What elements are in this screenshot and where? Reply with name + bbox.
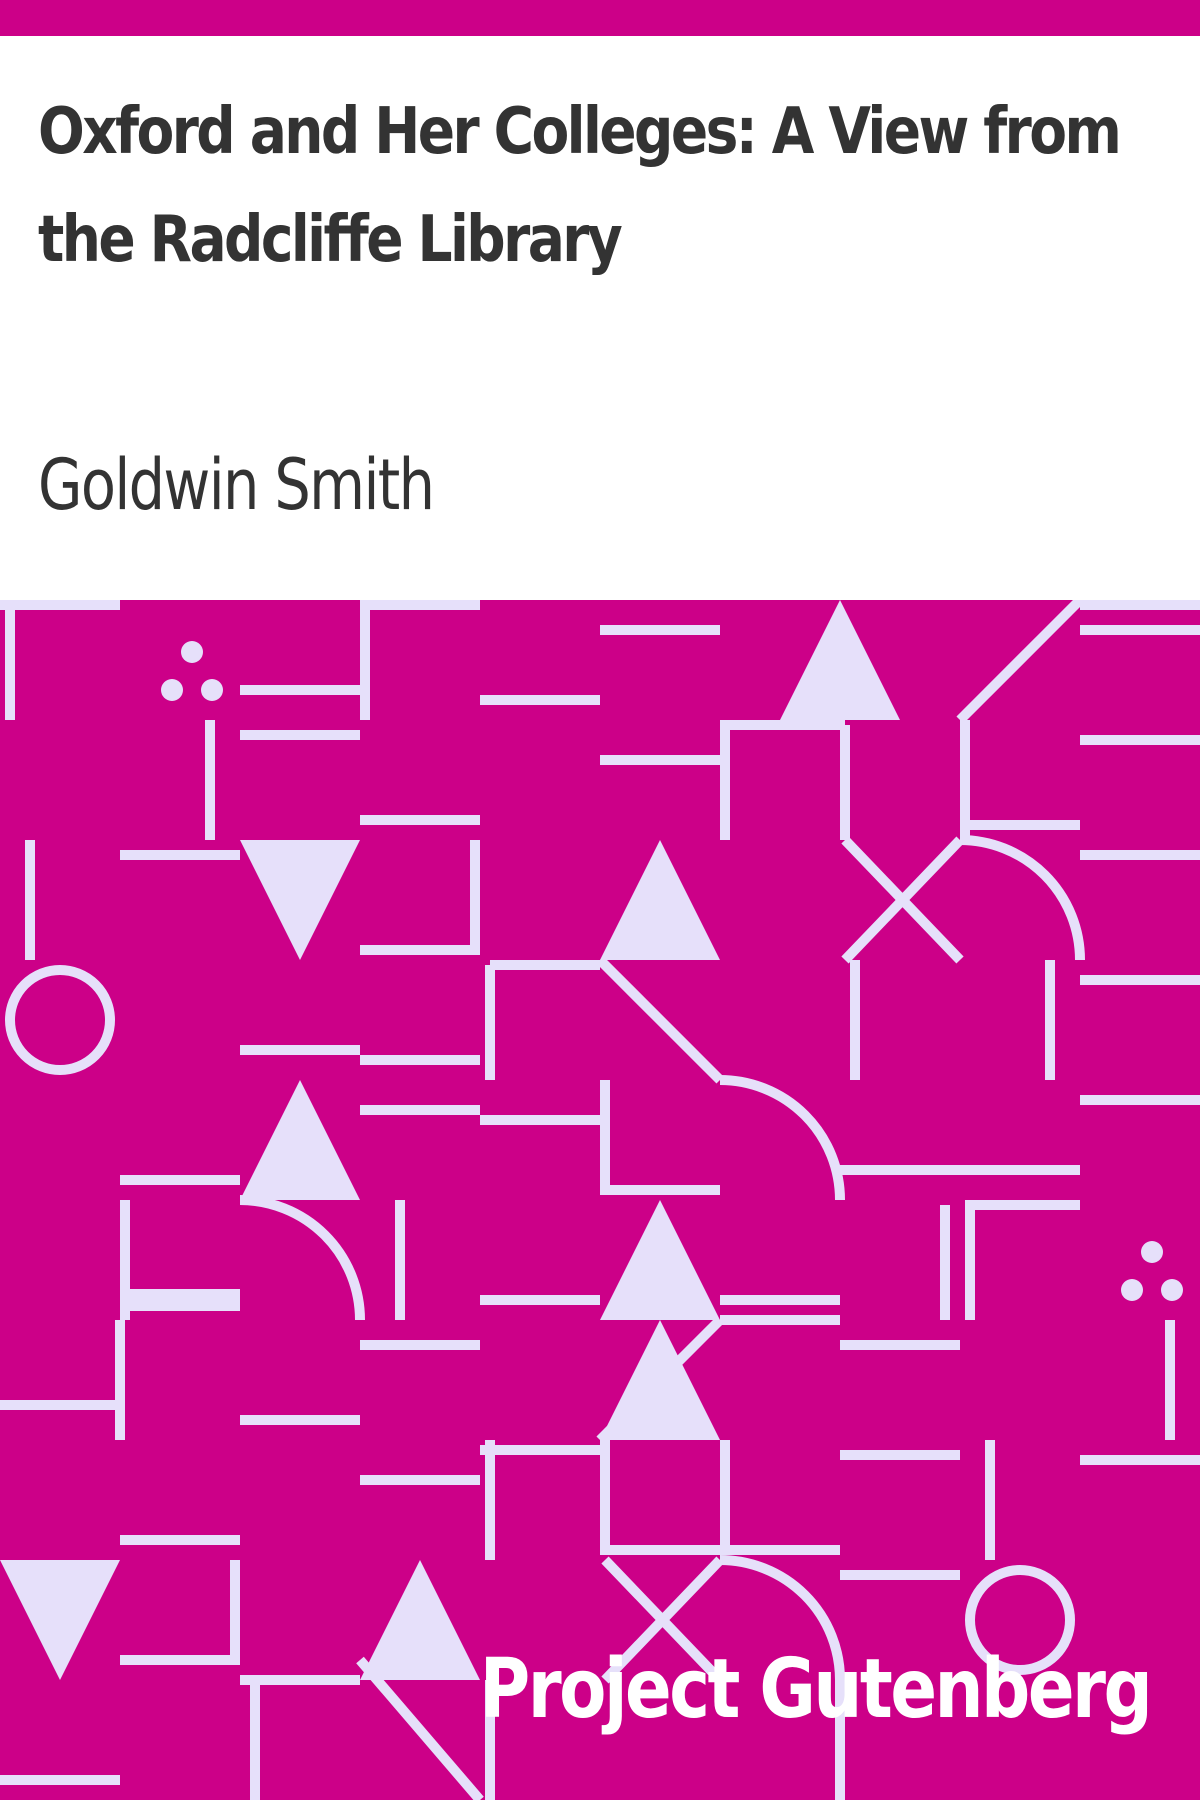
publisher-label: Project Gutenberg — [479, 1642, 1152, 1737]
geometric-pattern-graphic — [0, 600, 1200, 1800]
top-color-bar — [0, 0, 1200, 36]
book-author: Goldwin Smith — [38, 444, 435, 526]
book-title: Oxford and Her Colleges: A View from the… — [38, 95, 1122, 277]
cover-pattern — [0, 600, 1200, 1800]
